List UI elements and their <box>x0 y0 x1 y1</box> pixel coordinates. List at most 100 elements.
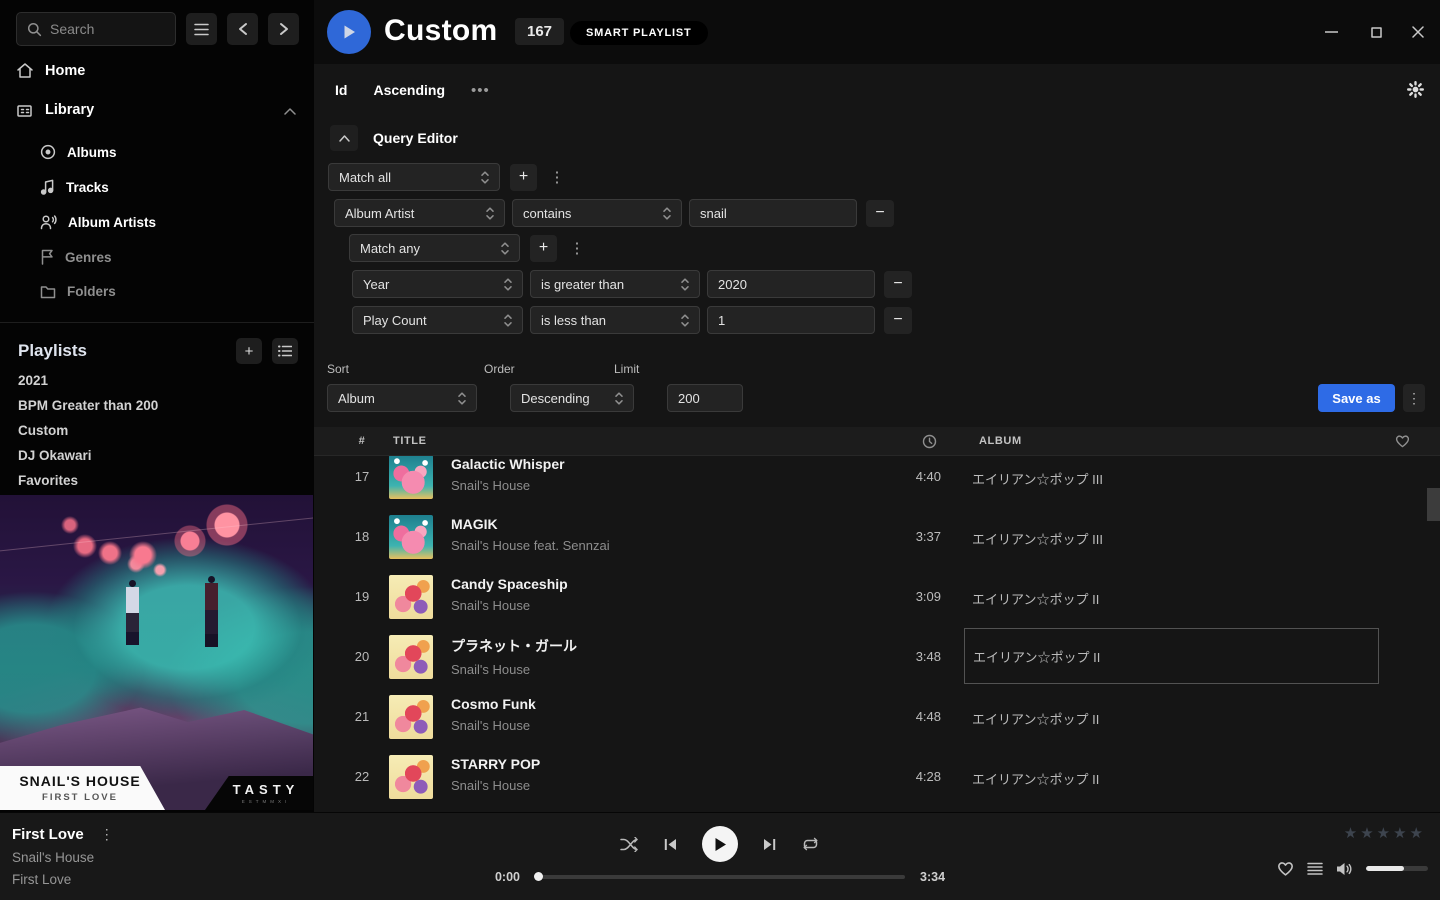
window-minimize-button[interactable] <box>1317 18 1345 46</box>
sort-select[interactable]: Album <box>327 384 477 412</box>
window-close-button[interactable] <box>1404 18 1432 46</box>
limit-input[interactable] <box>667 384 743 412</box>
rule-operator-select[interactable]: is greater than <box>530 270 700 298</box>
playlist-item[interactable]: Custom <box>18 423 68 438</box>
track-album[interactable]: エイリアン☆ポップ III <box>972 529 1103 548</box>
queue-icon[interactable] <box>1307 862 1323 876</box>
favorite-heart-icon[interactable] <box>1395 434 1410 448</box>
now-playing-album-art[interactable]: SNAIL'S HOUSE FIRST LOVE TASTY ESTMMXI <box>0 495 313 810</box>
volume-slider[interactable] <box>1366 866 1428 871</box>
nav-back-button[interactable] <box>227 13 258 45</box>
sidebar-item-home[interactable]: Home <box>16 62 85 79</box>
seek-knob[interactable] <box>534 872 543 881</box>
volume-icon[interactable] <box>1336 862 1353 876</box>
rule-operator-select[interactable]: is less than <box>530 306 700 334</box>
rule-field-select[interactable]: Year <box>352 270 523 298</box>
column-album[interactable]: ALBUM <box>979 435 1022 447</box>
save-as-button[interactable]: Save as <box>1318 384 1395 412</box>
limit-field[interactable] <box>678 391 732 406</box>
sidebar-item-folders[interactable]: Folders <box>40 284 116 299</box>
rule-value-input[interactable] <box>707 270 875 298</box>
sidebar-item-genres[interactable]: Genres <box>40 249 112 265</box>
table-row[interactable]: 20 プラネット・ガール Snail's House 3:48 エイリアン☆ポッ… <box>314 627 1427 687</box>
favorite-heart-icon[interactable] <box>1277 861 1294 876</box>
order-select[interactable]: Descending <box>510 384 634 412</box>
table-row[interactable]: 21 Cosmo Funk Snail's House 4:48 エイリアン☆ポ… <box>314 687 1427 747</box>
table-row[interactable]: 17 Galactic Whisper Snail's House 4:40 エ… <box>314 447 1427 507</box>
window-maximize-button[interactable] <box>1362 18 1390 46</box>
track-title[interactable]: Candy Spaceship <box>451 576 568 592</box>
duration-clock-icon[interactable] <box>922 434 937 449</box>
playlist-item[interactable]: DJ Okawari <box>18 448 92 463</box>
save-options-icon[interactable]: ⋮ <box>1403 384 1425 412</box>
now-playing-title[interactable]: First Love <box>12 826 84 843</box>
now-playing-artist[interactable]: Snail's House <box>12 850 114 865</box>
next-track-icon[interactable] <box>763 838 776 851</box>
rule-operator-select[interactable]: contains <box>512 199 682 227</box>
seek-bar[interactable] <box>535 875 905 879</box>
search-input[interactable] <box>16 12 176 46</box>
more-options-icon[interactable]: ••• <box>471 82 490 99</box>
create-playlist-button[interactable]: + <box>236 338 262 364</box>
rule-value-field[interactable] <box>718 313 864 328</box>
settings-gear-icon[interactable] <box>1407 81 1424 98</box>
column-index[interactable]: # <box>342 435 382 447</box>
search-field[interactable] <box>50 21 160 37</box>
remove-rule-button[interactable]: − <box>884 307 912 334</box>
column-title[interactable]: TITLE <box>393 435 427 447</box>
shuffle-icon[interactable] <box>620 837 639 852</box>
add-rule-button[interactable]: + <box>510 164 537 191</box>
playlist-item[interactable]: Favorites <box>18 473 78 488</box>
track-title[interactable]: Cosmo Funk <box>451 696 536 712</box>
repeat-icon[interactable] <box>801 837 820 851</box>
track-title[interactable]: MAGIK <box>451 516 610 532</box>
track-album[interactable]: エイリアン☆ポップ II <box>972 769 1099 788</box>
rule-value-field[interactable] <box>718 277 864 292</box>
rule-value-input[interactable] <box>689 199 857 227</box>
track-title[interactable]: プラネット・ガール <box>451 636 577 656</box>
previous-track-icon[interactable] <box>664 838 677 851</box>
track-album[interactable]: エイリアン☆ポップ II <box>972 709 1099 728</box>
track-artist[interactable]: Snail's House <box>451 598 568 613</box>
table-row[interactable]: 22 STARRY POP Snail's House 4:28 エイリアン☆ポ… <box>314 747 1427 807</box>
play-pause-button[interactable] <box>702 826 738 862</box>
table-row[interactable]: 18 MAGIK Snail's House feat. Sennzai 3:3… <box>314 507 1427 567</box>
sidebar-item-album-artists[interactable]: Album Artists <box>40 214 156 230</box>
sidebar-item-tracks[interactable]: Tracks <box>40 179 109 195</box>
now-playing-album[interactable]: First Love <box>12 872 114 887</box>
sort-direction-button[interactable]: Ascending <box>373 82 445 98</box>
rule-group-options-icon[interactable]: ⋮ <box>547 168 567 186</box>
sort-field-button[interactable]: Id <box>335 82 347 98</box>
track-title[interactable]: Galactic Whisper <box>451 456 565 472</box>
track-album-focused-cell[interactable]: エイリアン☆ポップ II <box>964 628 1379 684</box>
playlist-item[interactable]: 2021 <box>18 373 48 388</box>
nav-forward-button[interactable] <box>268 13 299 45</box>
rule-field-select[interactable]: Album Artist <box>334 199 505 227</box>
rule-value-field[interactable] <box>700 206 846 221</box>
playlist-list-button[interactable] <box>272 338 298 364</box>
track-artist[interactable]: Snail's House <box>451 478 565 493</box>
scrollbar-thumb[interactable] <box>1427 488 1440 521</box>
group-match-select[interactable]: Match any <box>349 234 520 262</box>
track-artist[interactable]: Snail's House <box>451 778 540 793</box>
rule-field-select[interactable]: Play Count <box>352 306 523 334</box>
now-playing-options-icon[interactable]: ⋮ <box>100 826 114 843</box>
query-editor-collapse-button[interactable] <box>330 125 358 151</box>
remove-rule-button[interactable]: − <box>866 200 894 227</box>
playlist-item[interactable]: BPM Greater than 200 <box>18 398 158 413</box>
sidebar-item-library[interactable]: Library <box>16 101 94 118</box>
group-options-icon[interactable]: ⋮ <box>567 239 587 257</box>
table-row[interactable]: 19 Candy Spaceship Snail's House 3:09 エイ… <box>314 567 1427 627</box>
rule-value-input[interactable] <box>707 306 875 334</box>
track-artist[interactable]: Snail's House feat. Sennzai <box>451 538 610 553</box>
menu-button[interactable] <box>186 13 217 45</box>
track-album[interactable]: エイリアン☆ポップ II <box>972 589 1099 608</box>
track-title[interactable]: STARRY POP <box>451 756 540 772</box>
sidebar-item-albums[interactable]: Albums <box>40 144 117 160</box>
track-artist[interactable]: Snail's House <box>451 662 577 677</box>
add-group-rule-button[interactable]: + <box>530 235 557 262</box>
rating-stars[interactable]: ★★★★★ <box>1344 824 1426 842</box>
root-match-select[interactable]: Match all <box>328 163 500 191</box>
play-playlist-button[interactable] <box>327 10 371 54</box>
track-artist[interactable]: Snail's House <box>451 718 536 733</box>
